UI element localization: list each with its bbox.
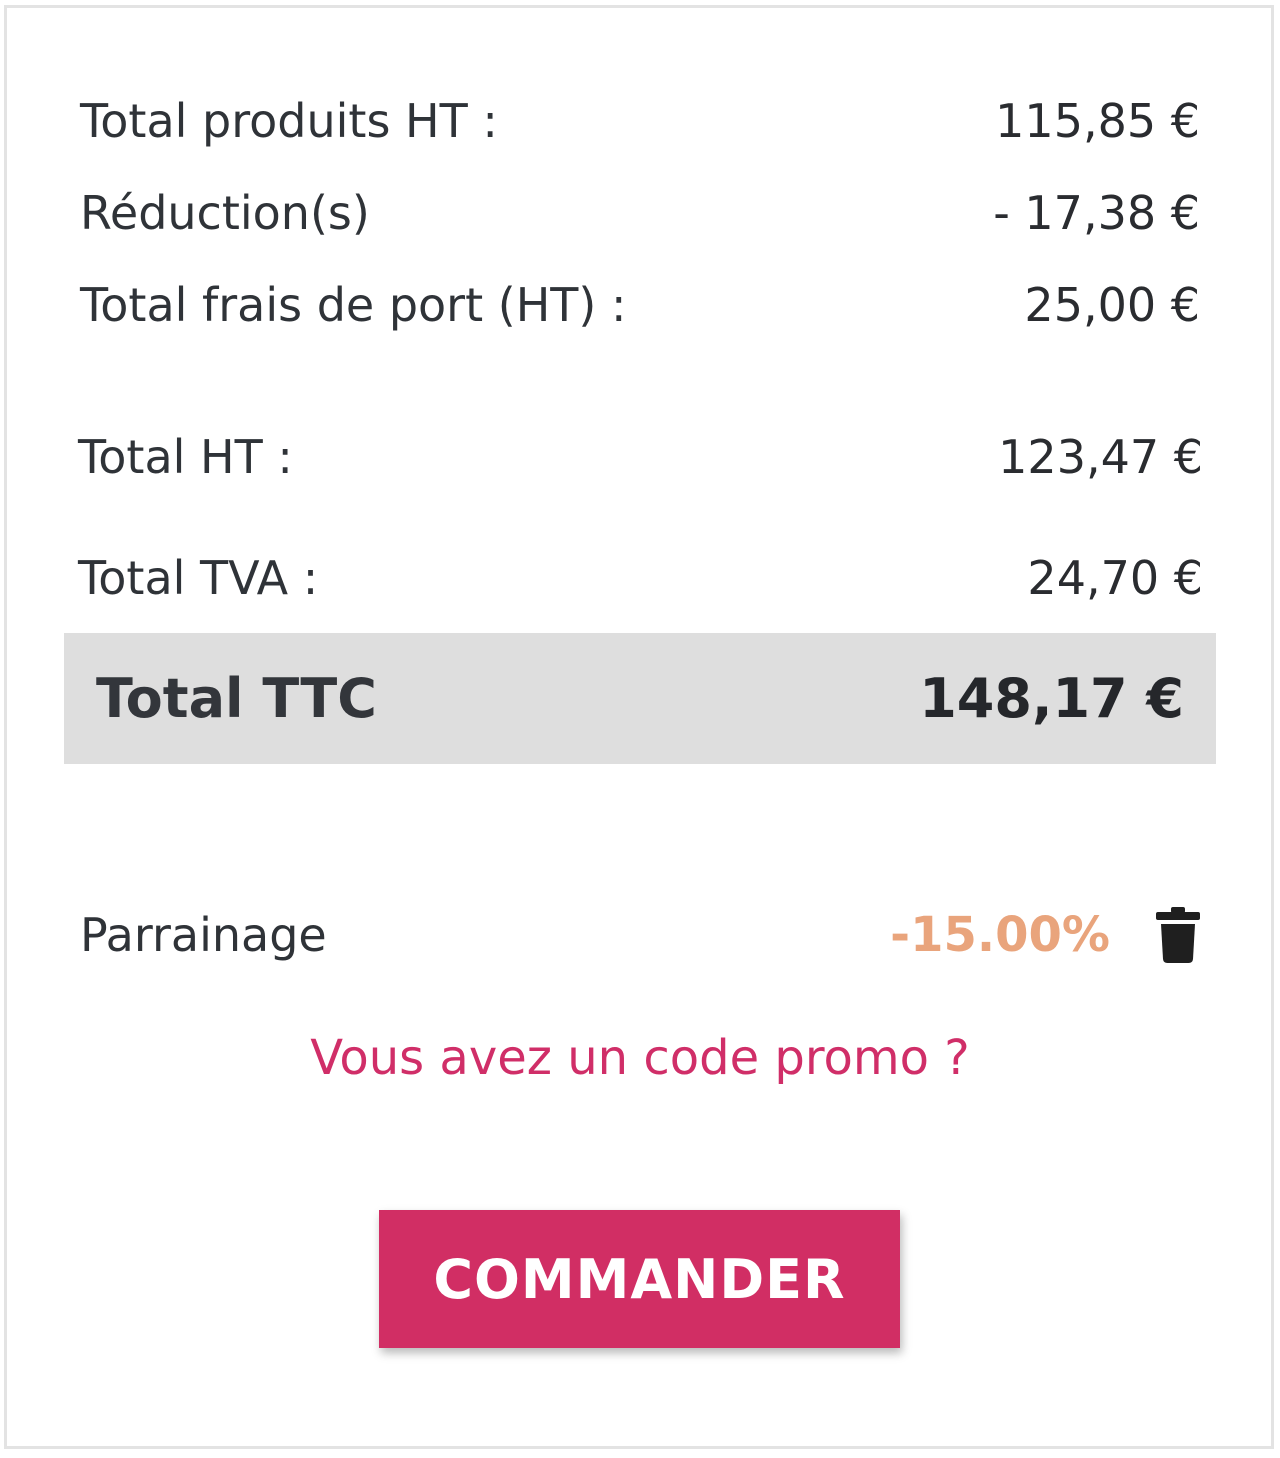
referral-row: Parrainage -15.00%	[80, 905, 1200, 965]
discounts-label: Réduction(s)	[80, 186, 370, 240]
promo-code-link[interactable]: Vous avez un code promo ?	[0, 1030, 1280, 1086]
summary-row-products: Total produits HT : 115,85 €	[80, 96, 1200, 146]
trash-icon[interactable]	[1156, 907, 1200, 963]
total-tva-label: Total TVA :	[78, 551, 319, 605]
discounts-value: - 17,38 €	[993, 186, 1200, 240]
total-ttc-row: Total TTC 148,17 €	[64, 633, 1216, 764]
summary-row-discounts: Réduction(s) - 17,38 €	[80, 188, 1200, 238]
total-ht-label: Total HT :	[78, 430, 293, 484]
products-total-value: 115,85 €	[995, 94, 1200, 148]
order-button[interactable]: COMMANDER	[379, 1210, 900, 1348]
summary-row-total-ht: Total HT : 123,47 €	[78, 432, 1203, 482]
products-total-label: Total produits HT :	[80, 94, 498, 148]
referral-label: Parrainage	[80, 908, 327, 962]
total-ttc-label: Total TTC	[96, 667, 377, 730]
total-tva-value: 24,70 €	[1027, 551, 1203, 605]
total-ht-value: 123,47 €	[998, 430, 1203, 484]
shipping-value: 25,00 €	[1024, 278, 1200, 332]
total-ttc-value: 148,17 €	[919, 667, 1184, 730]
shipping-label: Total frais de port (HT) :	[80, 278, 627, 332]
summary-row-shipping: Total frais de port (HT) : 25,00 €	[80, 280, 1200, 330]
summary-row-total-tva: Total TVA : 24,70 €	[78, 553, 1203, 603]
referral-discount: -15.00%	[890, 907, 1110, 963]
